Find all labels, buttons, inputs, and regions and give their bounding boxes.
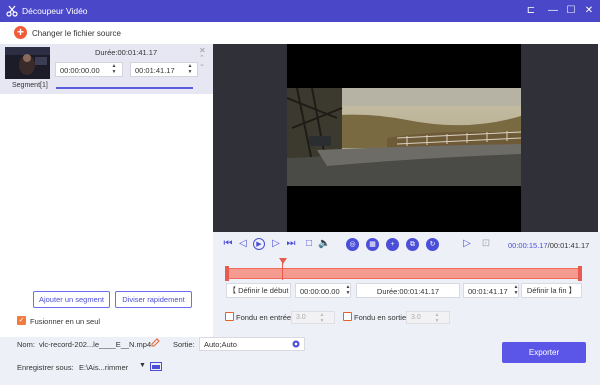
window-title: Découpeur Vidéo <box>22 6 88 16</box>
play-icon[interactable]: ▶ <box>253 238 265 250</box>
total-time: /00:01:41.17 <box>547 241 590 250</box>
scissors-logo-icon <box>6 5 18 17</box>
timeline-end-handle[interactable] <box>578 266 582 281</box>
skip-start-icon[interactable]: ⏮ <box>222 238 234 250</box>
start-spinner[interactable]: ▲ ▼ <box>110 63 118 76</box>
fade-out-checkbox[interactable] <box>343 312 352 321</box>
fade-in-spinner[interactable]: ▲ ▼ <box>318 312 326 325</box>
range-end-spinner[interactable]: ▲ ▼ <box>512 284 520 297</box>
crop-icon[interactable]: ⊡ <box>480 238 492 250</box>
folder-icon[interactable] <box>150 361 162 371</box>
file-name: vlc-record-202...le____E__N.mp4 <box>39 340 152 349</box>
playhead-line <box>282 262 283 280</box>
fade-out-spinner[interactable]: ▲ ▼ <box>433 312 441 325</box>
minimize-icon[interactable]: — <box>546 4 560 18</box>
pin-icon[interactable]: ⊏ <box>524 4 538 18</box>
timeline-start-handle[interactable] <box>225 266 229 281</box>
fade-in-label: Fondu en entrée <box>236 313 292 322</box>
set-end-button[interactable]: Définir la fin 】 <box>521 283 582 298</box>
edit-pencil-icon[interactable] <box>151 338 160 347</box>
set-start-button[interactable]: 【 Définir le début <box>226 283 291 298</box>
split-quick-button[interactable]: Diviser rapidement <box>115 291 192 308</box>
save-path[interactable]: E:\Ais...rimmer <box>79 363 128 372</box>
set-start-label: Définir le début <box>238 286 289 295</box>
current-time: 00:00:15.17 <box>508 241 548 250</box>
output-label: Sortie: <box>173 340 195 349</box>
close-icon[interactable]: ✕ <box>582 4 596 18</box>
title-bar: Découpeur Vidéo ⊏ — ☐ ✕ <box>0 0 600 22</box>
loop-segment-icon[interactable]: ◎ <box>346 238 359 251</box>
range-duration: Durée:00:01:41.17 <box>356 283 460 298</box>
stop-icon[interactable]: □ <box>303 238 315 250</box>
segment-duration: Durée:00:01:41.17 <box>95 48 158 57</box>
fade-out-input[interactable]: 3.0 <box>406 311 450 324</box>
fade-out-label: Fondu en sortie <box>354 313 407 322</box>
playhead-marker[interactable] <box>279 258 287 264</box>
reset-icon[interactable]: ↻ <box>426 238 439 251</box>
add-icon[interactable]: + <box>386 238 399 251</box>
set-end-label: Définir la fin <box>526 286 567 295</box>
merge-label: Fusionner en un seul <box>30 317 101 326</box>
volume-icon[interactable]: 🔈 <box>318 238 330 250</box>
gear-icon[interactable] <box>291 339 301 349</box>
chevron-down-icon[interactable]: ▼ <box>139 362 146 369</box>
video-frame <box>287 88 521 186</box>
range-start-input[interactable]: 00:00:00.00 <box>295 283 351 298</box>
change-source-button[interactable]: Changer le fichier source <box>32 29 121 38</box>
copy-segment-icon[interactable]: ▦ <box>366 238 379 251</box>
save-label: Enregistrer sous: <box>17 363 74 372</box>
play-segment-icon[interactable]: ▷ <box>461 238 473 250</box>
end-spinner[interactable]: ▲ ▼ <box>186 63 194 76</box>
segment-down-icon[interactable]: ⌄ <box>199 60 205 68</box>
time-readout: 00:00:15.17/00:01:41.17 <box>508 241 589 250</box>
name-label: Nom: <box>17 340 35 349</box>
maximize-icon[interactable]: ☐ <box>564 4 578 18</box>
range-start-spinner[interactable]: ▲ ▼ <box>344 284 352 297</box>
output-format-field[interactable]: Auto;Auto <box>199 337 305 351</box>
export-button[interactable]: Exporter <box>502 342 586 363</box>
prev-frame-icon[interactable]: ◁ <box>237 238 249 250</box>
segment-thumbnail <box>5 47 50 79</box>
segment-label: Segment[1] <box>12 82 48 89</box>
fade-in-input[interactable]: 3.0 <box>291 311 335 324</box>
range-end-input[interactable]: 00:01:41.17 <box>463 283 519 298</box>
skip-end-icon[interactable]: ⏭ <box>285 238 297 250</box>
add-segment-button[interactable]: Ajouter un segment <box>33 291 110 308</box>
segment-progress <box>56 87 193 89</box>
plus-icon[interactable]: + <box>14 26 27 39</box>
fade-in-checkbox[interactable] <box>225 312 234 321</box>
next-frame-icon[interactable]: ▷ <box>270 238 282 250</box>
duplicate-icon[interactable]: ⧉ <box>406 238 419 251</box>
merge-checkbox[interactable]: ✓ <box>17 316 26 325</box>
timeline-track[interactable] <box>226 268 582 279</box>
